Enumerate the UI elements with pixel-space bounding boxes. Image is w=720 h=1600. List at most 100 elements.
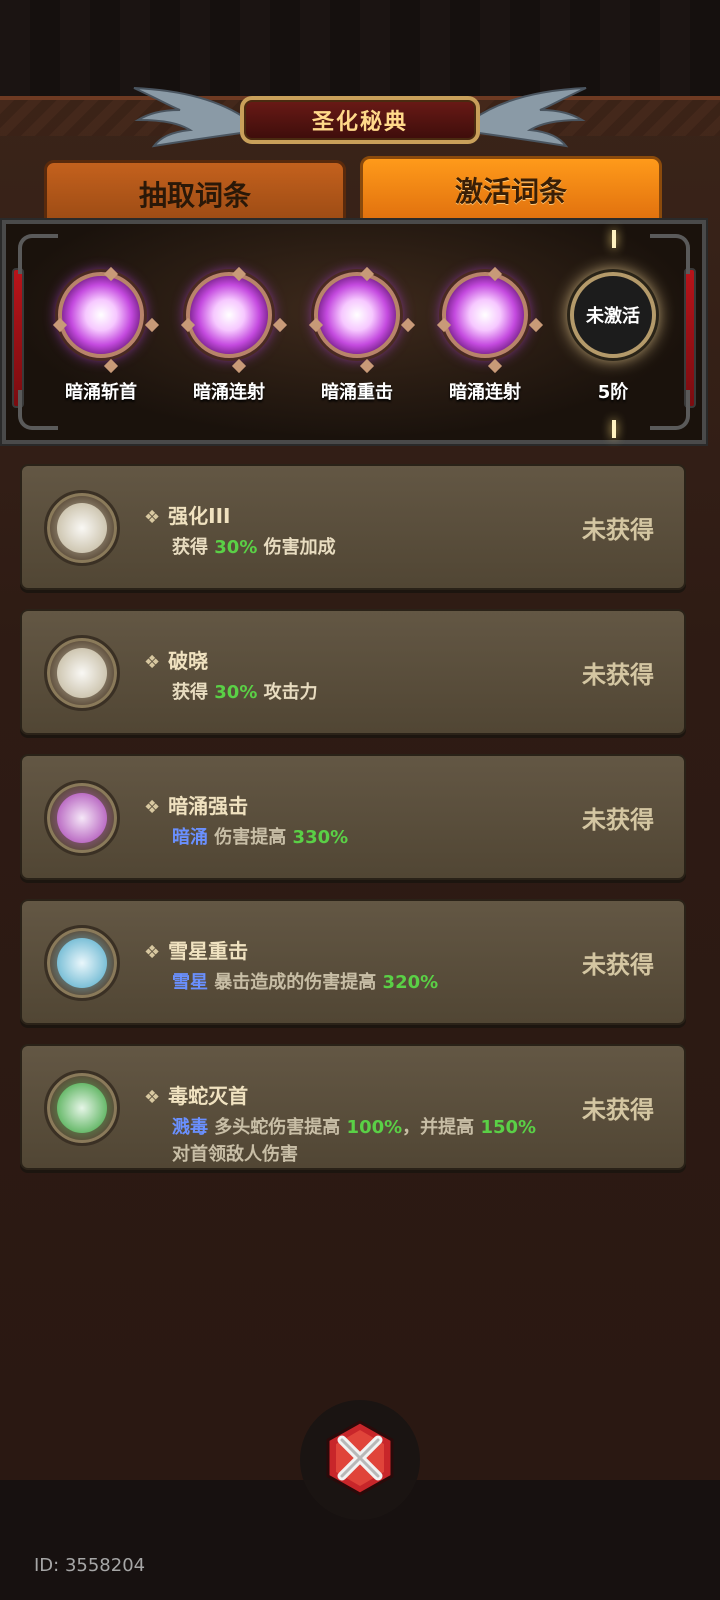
title-banner: 圣化秘典 [130,76,590,156]
frame-diamond-icon [359,266,375,282]
gem-core [57,793,107,843]
desc-text: ，并提高 [402,1117,481,1138]
left-red-bar [12,268,24,408]
entry-desc: 溅毒 多头蛇伤害提高 100%，并提高 150% 对首领敌人伤害 [172,1114,552,1168]
entry-title: ❖ 雪星重击 [144,935,248,964]
frame-diamond-icon [400,317,416,333]
frame-diamond-icon [144,317,160,333]
page-title: 圣化秘典 [240,96,480,144]
frame-diamond-icon [272,317,288,333]
entry-card-4[interactable]: ❖ 雪星重击 雪星 暴击造成的伤害提高 320% 未获得 [20,899,686,1025]
diamond-bullet-icon: ❖ [144,942,161,963]
gem-icon [44,1070,120,1146]
element-tag: 溅毒 [172,1117,208,1138]
entry-card-1[interactable]: ❖ 强化III 获得 30% 伤害加成 未获得 [20,464,686,590]
active-slot-3[interactable]: 暗涌重击 [302,264,416,414]
diamond-bullet-icon: ❖ [144,507,161,528]
entry-title: ❖ 暗涌强击 [144,790,248,819]
purple-orb-icon [52,266,160,374]
frame-diamond-icon [103,266,119,282]
active-slot-5-locked[interactable]: 未激活 5阶 [558,264,668,414]
frame-diamond-icon [487,358,503,374]
desc-text: 暴击造成的伤害提高 [208,972,383,993]
player-id-text: ID: 3558204 [34,1555,146,1576]
entry-card-2[interactable]: ❖ 破晓 获得 30% 攻击力 未获得 [20,609,686,735]
diamond-bullet-icon: ❖ [144,652,161,673]
entry-card-3[interactable]: ❖ 暗涌强击 暗涌 伤害提高 330% 未获得 [20,754,686,880]
desc-text: 获得 [172,682,215,703]
glow-spark-icon [612,420,616,438]
element-tag: 暗涌 [172,827,208,848]
entry-desc: 获得 30% 攻击力 [172,679,552,706]
entry-name: 暗涌强击 [168,794,249,818]
gem-icon [44,635,120,711]
entry-desc: 获得 30% 伤害加成 [172,534,552,561]
entry-name: 雪星重击 [168,939,249,963]
tab-activate-entries[interactable]: 激活词条 [360,156,662,224]
desc-text: 多头蛇伤害提高 [208,1117,347,1138]
desc-text: 伤害加成 [257,537,336,558]
gem-icon [44,925,120,1001]
entry-card-5[interactable]: ❖ 毒蛇灭首 溅毒 多头蛇伤害提高 100%，并提高 150% 对首领敌人伤害 未… [20,1044,686,1170]
desc-text: 获得 [172,537,215,558]
frame-diamond-icon [103,358,119,374]
value-highlight: 30% [214,682,258,703]
active-slot-1[interactable]: 暗涌斩首 [46,264,160,414]
gem-icon [44,490,120,566]
locked-slot-orb: 未激活 [570,272,656,358]
frame-diamond-icon [359,358,375,374]
entry-status: 未获得 [582,516,654,544]
purple-orb-icon [436,266,544,374]
glow-spark-icon [612,230,616,248]
value-highlight: 330% [292,827,349,848]
entry-desc: 雪星 暴击造成的伤害提高 320% [172,969,552,996]
right-red-bar [684,268,696,408]
right-wing-icon [471,87,587,148]
gem-core [57,1083,107,1133]
entry-title: ❖ 强化III [144,500,230,529]
entry-name: 破晓 [168,649,209,673]
gem-core [57,938,107,988]
slot-label: 暗涌连射 [449,382,521,403]
gem-icon [44,780,120,856]
frame-diamond-icon [231,266,247,282]
slot-label: 暗涌重击 [321,382,393,403]
frame-diamond-icon [487,266,503,282]
value-highlight: 150% [480,1117,537,1138]
frame-diamond-icon [231,358,247,374]
value-highlight: 30% [214,537,258,558]
frame-diamond-icon [180,317,196,333]
frame-diamond-icon [528,317,544,333]
entry-title: ❖ 毒蛇灭首 [144,1080,248,1109]
frame-diamond-icon [436,317,452,333]
active-slot-2[interactable]: 暗涌连射 [174,264,288,414]
desc-text: 攻击力 [257,682,318,703]
entry-name: 毒蛇灭首 [168,1084,249,1108]
entry-status: 未获得 [582,661,654,689]
desc-text: 对首领敌人伤害 [172,1144,298,1165]
frame-diamond-icon [308,317,324,333]
slot-label: 暗涌连射 [193,382,265,403]
active-slot-4[interactable]: 暗涌连射 [430,264,544,414]
gem-core [57,503,107,553]
slot-label: 暗涌斩首 [65,382,137,403]
slot-tier-label: 5阶 [597,382,629,403]
desc-text: 伤害提高 [208,827,293,848]
purple-orb-icon [308,266,416,374]
left-wing-icon [133,87,249,148]
value-highlight: 100% [346,1117,403,1138]
close-button[interactable] [320,1418,400,1498]
entry-status: 未获得 [582,806,654,834]
purple-orb-icon [180,266,288,374]
element-tag: 雪星 [172,972,208,993]
gem-core [57,648,107,698]
tab-draw-entries[interactable]: 抽取词条 [44,160,346,228]
diamond-bullet-icon: ❖ [144,1087,161,1108]
frame-diamond-icon [52,317,68,333]
entry-title: ❖ 破晓 [144,645,208,674]
diamond-bullet-icon: ❖ [144,797,161,818]
entry-desc: 暗涌 伤害提高 330% [172,824,552,851]
entry-status: 未获得 [582,951,654,979]
entry-name: 强化III [168,504,231,528]
active-slots-panel: 暗涌斩首 暗涌连射 暗涌重击 暗涌连射 未激活 5阶 [0,218,708,446]
